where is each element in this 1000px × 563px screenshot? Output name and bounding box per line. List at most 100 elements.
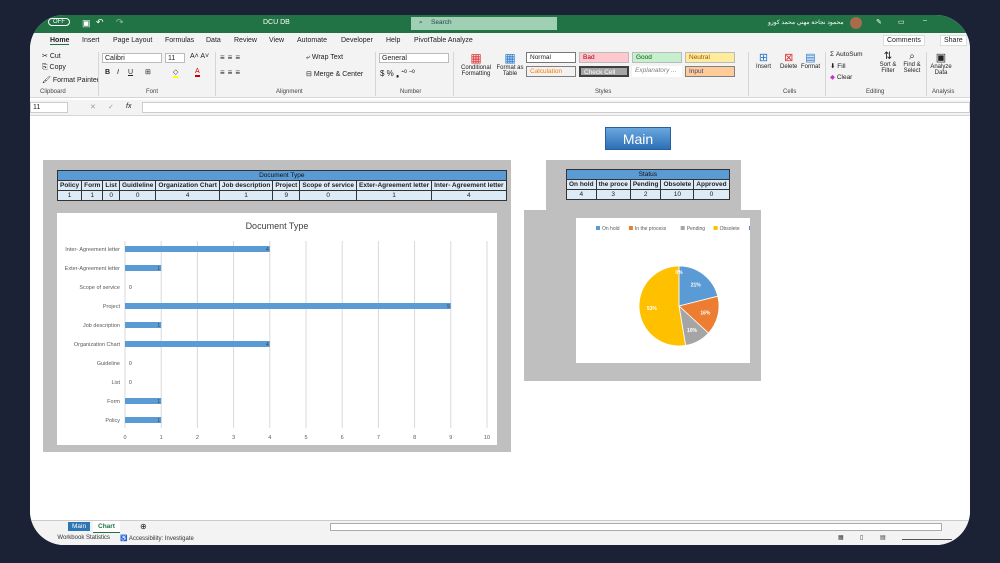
table-cell[interactable]: 0 [118, 190, 157, 201]
table-cell[interactable]: 4 [155, 190, 220, 201]
style-input[interactable]: Input [685, 66, 735, 77]
column-header[interactable]: Guidleline [118, 180, 157, 191]
add-sheet-icon[interactable]: ⊕ [140, 522, 147, 531]
font-color-icon[interactable]: A [195, 68, 200, 77]
redo-icon[interactable]: ↷ [116, 17, 124, 28]
find-select-button[interactable]: ⌕ Find & Select [900, 51, 924, 74]
column-header[interactable]: List [102, 180, 120, 191]
cut-button[interactable]: ✂ Cut [42, 52, 61, 60]
bar[interactable] [125, 265, 162, 271]
tab-page-layout[interactable]: Page Layout [113, 37, 152, 44]
cancel-icon[interactable]: ✕ [90, 103, 96, 111]
table-cell[interactable]: 2 [629, 189, 662, 200]
analyze-data-button[interactable]: ▣ Analyze Data [929, 51, 953, 76]
fill-color-icon[interactable]: ◇ [173, 68, 179, 78]
page-layout-view-icon[interactable]: ▯ [860, 534, 863, 541]
save-icon[interactable]: ▣ [82, 18, 91, 29]
align-top-icons[interactable]: ≡≡≡ [220, 53, 243, 62]
minimize-icon[interactable]: – [923, 17, 927, 24]
format-as-table-button[interactable]: ▦ Format as Table [495, 51, 525, 77]
column-header[interactable]: the proce [595, 179, 631, 190]
font-name-select[interactable]: Calibri [102, 53, 162, 63]
share-button[interactable]: Share [940, 35, 967, 46]
clear-button[interactable]: ◆ Clear [830, 73, 852, 81]
bar[interactable] [125, 417, 162, 423]
format-cells-button[interactable]: ▤ Format [801, 51, 820, 70]
table-cell[interactable]: 1 [218, 190, 274, 201]
sheet-tab-main[interactable]: Main [68, 522, 91, 531]
column-header[interactable]: Inter- Agreement letter [431, 180, 507, 191]
comments-button[interactable]: Comments [883, 35, 925, 46]
normal-view-icon[interactable]: ▦ [838, 534, 844, 541]
name-box[interactable]: 11 [30, 102, 68, 113]
italic-button[interactable]: I [117, 69, 119, 76]
style-bad[interactable]: Bad [579, 52, 629, 63]
insert-function-icon[interactable]: fx [126, 103, 131, 110]
autosave-toggle[interactable]: OFF [48, 18, 70, 26]
tab-pivottable-analyze[interactable]: PivotTable Analyze [414, 37, 473, 44]
undo-icon[interactable]: ↶ [96, 17, 104, 28]
bar[interactable] [125, 398, 162, 404]
column-header[interactable]: On hold [566, 179, 597, 190]
column-header[interactable]: Form [81, 180, 104, 191]
font-size-select[interactable]: 11 [165, 53, 185, 63]
avatar[interactable] [850, 17, 862, 29]
column-header[interactable]: Exter-Agreement letter [356, 180, 433, 191]
column-header[interactable]: Organization Chart [155, 180, 220, 191]
style-good[interactable]: Good [632, 52, 682, 63]
table-cell[interactable]: 10 [660, 189, 695, 200]
pen-icon[interactable]: ✎ [876, 18, 882, 26]
column-header[interactable]: Approved [693, 179, 730, 190]
table-cell[interactable]: 4 [431, 190, 507, 201]
tab-insert[interactable]: Insert [82, 37, 100, 44]
page-break-view-icon[interactable]: ▤ [880, 534, 886, 541]
search-input[interactable]: ⌕ Search [411, 17, 557, 30]
style-check-cell[interactable]: Check Cell [579, 66, 629, 77]
borders-icon[interactable]: ⊞ [145, 68, 151, 76]
zoom-slider[interactable] [902, 539, 952, 540]
autosum-button[interactable]: Σ AutoSum [830, 51, 863, 58]
style-explanatory[interactable]: Explanatory ... [632, 66, 682, 77]
table-cell[interactable]: 0 [102, 190, 120, 201]
sort-filter-button[interactable]: ⇅ Sort & Filter [876, 51, 900, 74]
merge-center-button[interactable]: ⊟ Merge & Center [306, 70, 363, 78]
formula-input[interactable] [142, 102, 970, 113]
table-cell[interactable]: 4 [566, 189, 597, 200]
tab-help[interactable]: Help [386, 37, 400, 44]
copy-button[interactable]: ⎘ Copy [42, 64, 66, 72]
tab-developer[interactable]: Developer [341, 37, 373, 44]
sheet-tab-chart[interactable]: Chart [93, 521, 120, 533]
delete-cells-button[interactable]: ⊠ Delete [780, 51, 797, 70]
style-normal[interactable]: Normal [526, 52, 576, 63]
table-cell[interactable]: 0 [693, 189, 730, 200]
style-neutral[interactable]: Neutral [685, 52, 735, 63]
tab-view[interactable]: View [269, 37, 284, 44]
underline-button[interactable]: U [128, 69, 133, 76]
tab-formulas[interactable]: Formulas [165, 37, 194, 44]
format-painter-button[interactable]: 🖌 Format Painter [42, 76, 99, 84]
number-format-select[interactable]: General [379, 53, 449, 63]
bar[interactable] [125, 322, 162, 328]
wrap-text-button[interactable]: ⤶ Wrap Text [306, 54, 343, 62]
horizontal-scrollbar[interactable] [330, 523, 942, 531]
style-calculation[interactable]: Calculation [526, 66, 576, 77]
insert-cells-button[interactable]: ⊞ Insert [756, 51, 771, 70]
tab-home[interactable]: Home [50, 37, 70, 45]
column-header[interactable]: Policy [56, 180, 83, 191]
tab-review[interactable]: Review [234, 37, 257, 44]
column-header[interactable]: Job description [218, 180, 274, 191]
grow-font-icon[interactable]: A˄ A˅ [190, 53, 209, 60]
column-header[interactable]: Scope of service [299, 180, 358, 191]
bar[interactable] [125, 303, 451, 309]
currency-percent-icons[interactable]: $ % ❟ ⁺⁰ ⁻⁰ [380, 69, 415, 79]
main-button[interactable]: Main [605, 127, 671, 150]
table-cell[interactable]: 1 [81, 190, 104, 201]
bar[interactable] [125, 246, 270, 252]
column-header[interactable]: Project [272, 180, 301, 191]
table-cell[interactable]: 3 [595, 189, 631, 200]
column-header[interactable]: Obsolete [660, 179, 695, 190]
tab-data[interactable]: Data [206, 37, 221, 44]
align-left-icons[interactable]: ≡≡≡ [220, 68, 243, 77]
enter-icon[interactable]: ✓ [108, 103, 114, 111]
fill-button[interactable]: ⬇ Fill [830, 62, 846, 70]
